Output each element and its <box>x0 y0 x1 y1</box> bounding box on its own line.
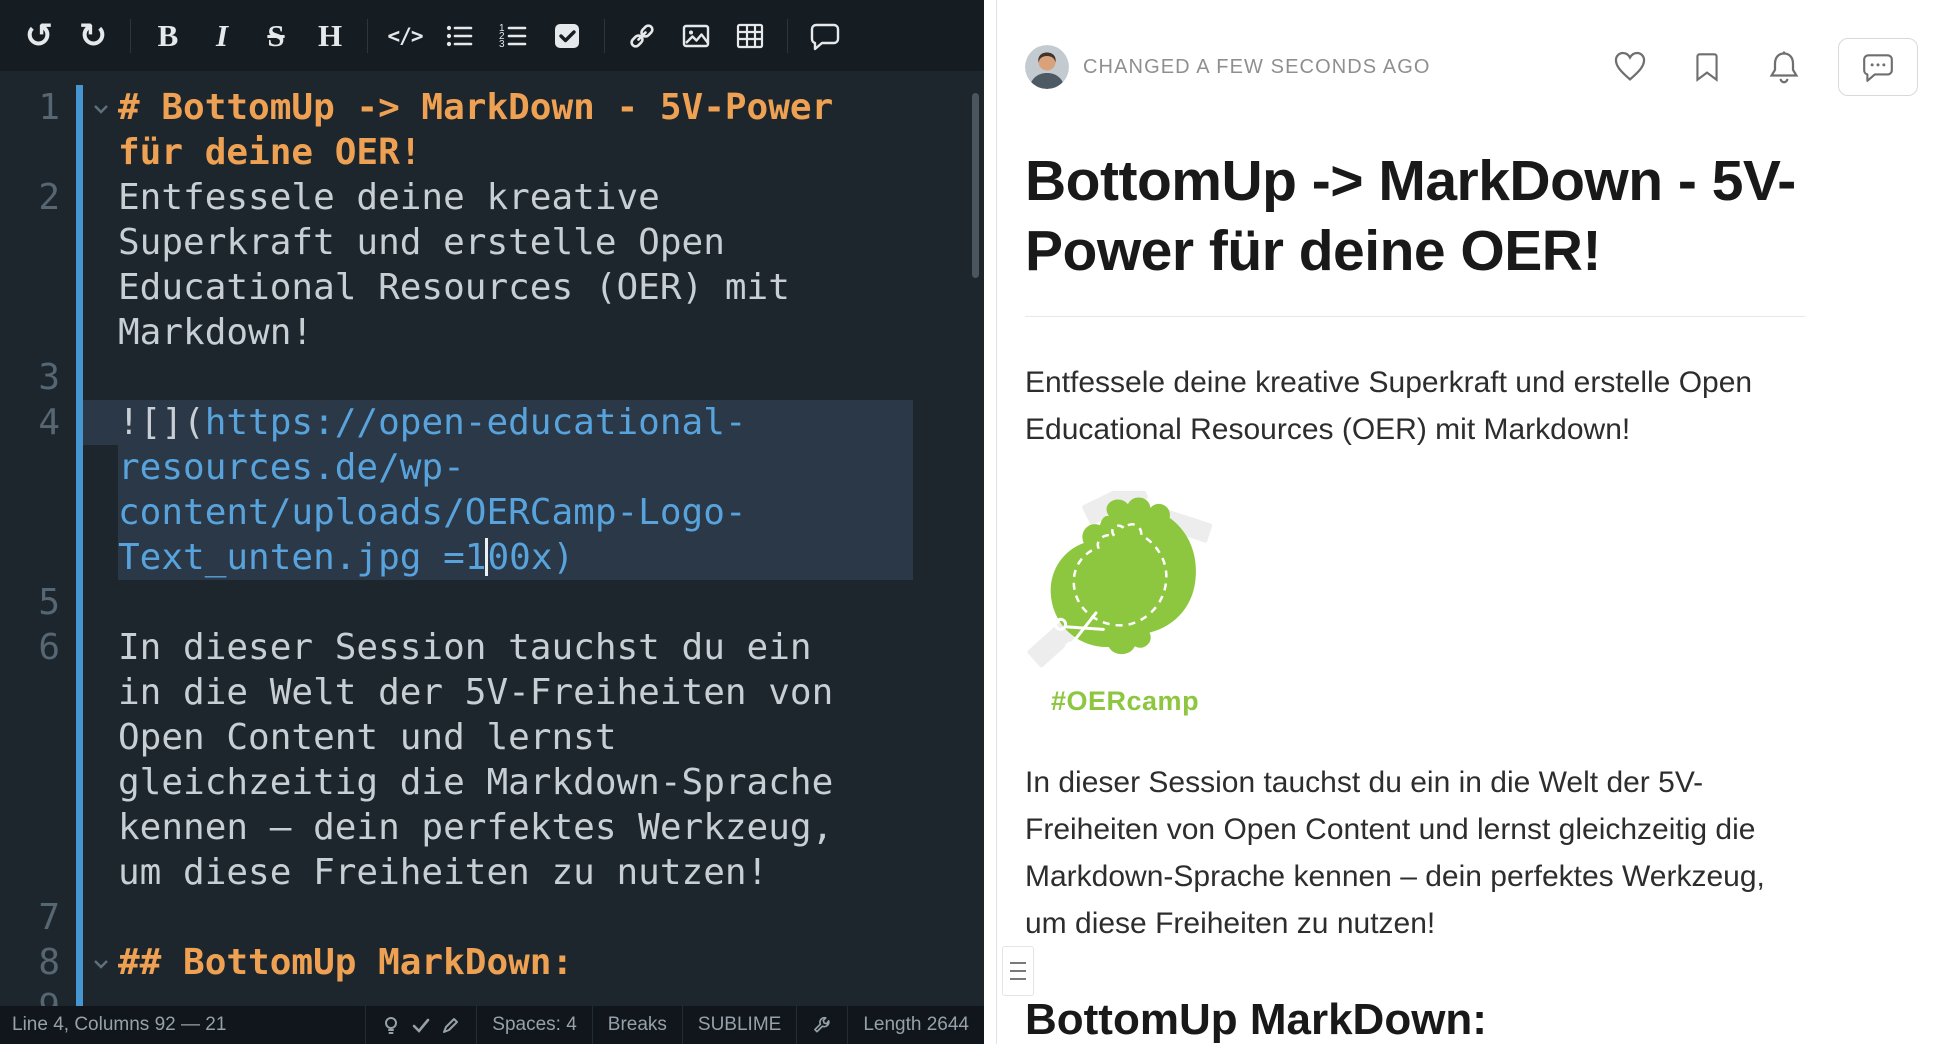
preferences-wrench[interactable] <box>796 1006 847 1044</box>
document-length-status: Length 2644 <box>847 1006 984 1044</box>
markdown-heading-source: # BottomUp -> MarkDown - 5V-Power für de… <box>118 87 855 173</box>
toolbar-divider <box>130 19 131 53</box>
intro-paragraph: Entfessele deine kreative Superkraft und… <box>1025 359 1805 453</box>
oercamp-logo: #OERcamp <box>1025 491 1225 717</box>
session-paragraph: In dieser Session tauchst du ein in die … <box>1025 759 1805 947</box>
todo-list-button[interactable] <box>540 9 594 63</box>
code-button[interactable]: </> <box>378 9 432 63</box>
comment-button[interactable] <box>798 9 852 63</box>
section-heading: BottomUp MarkDown: <box>1025 995 1805 1044</box>
like-heart-icon[interactable] <box>1612 49 1648 85</box>
editor-line: 5 <box>0 580 984 625</box>
bookmark-icon[interactable] <box>1690 50 1724 84</box>
markdown-text-source: Entfessele deine kreative Superkraft und… <box>118 177 812 353</box>
table-button[interactable] <box>723 9 777 63</box>
line-number: 4 <box>0 400 60 445</box>
editor-line: 8 ## BottomUp MarkDown: <box>0 940 984 985</box>
line-number: 8 <box>0 940 60 985</box>
last-changed-status: CHANGED A FEW SECONDS AGO <box>1083 56 1431 79</box>
editor-line: 6 In dieser Session tauchst du ein in di… <box>0 625 984 895</box>
line-number: 5 <box>0 580 60 625</box>
image-url-source: https://open-educational-resources.de/wp… <box>118 402 747 578</box>
changed-lines-indicator <box>76 85 83 1006</box>
unordered-list-button[interactable] <box>432 9 486 63</box>
line-number: 2 <box>0 175 60 220</box>
toolbar-divider <box>367 19 368 53</box>
keymap-setting[interactable]: SUBLIME <box>682 1006 796 1044</box>
image-markdown-prefix: ![]( <box>118 402 205 443</box>
line-number: 7 <box>0 895 60 940</box>
statusbar-indicators <box>365 1006 476 1044</box>
editor-scrollbar-thumb[interactable] <box>972 93 979 278</box>
line-number: 9 <box>0 985 60 1006</box>
editor-line: 1 # BottomUp -> MarkDown - 5V-Power für … <box>0 85 984 175</box>
editor-line: 7 <box>0 895 984 940</box>
wrench-icon <box>812 1015 832 1035</box>
undo-button[interactable]: ↺ <box>12 9 66 63</box>
night-mode-icon[interactable] <box>381 1015 401 1035</box>
preview-actions <box>1612 49 1802 85</box>
image-url-source: 00x) <box>487 537 574 578</box>
link-button[interactable] <box>615 9 669 63</box>
fold-chevron-icon[interactable] <box>83 85 118 130</box>
document-title: BottomUp -> MarkDown - 5V-Power für dein… <box>1025 146 1805 286</box>
editor-statusbar: Line 4, Columns 92 — 21 Spaces: 4 Breaks… <box>0 1006 984 1044</box>
heading-button[interactable]: H <box>303 9 357 63</box>
editor-line-active: 4 ![](https://open-educational-resources… <box>0 400 984 580</box>
line-number: 6 <box>0 625 60 670</box>
markdown-text-source: In dieser Session tauchst du ein in die … <box>118 627 855 893</box>
pane-resize-handle[interactable] <box>1002 946 1034 996</box>
code-editor[interactable]: 1 # BottomUp -> MarkDown - 5V-Power für … <box>0 71 984 1006</box>
editor-line: 3 <box>0 355 984 400</box>
oercamp-logo-text: #OERcamp <box>1051 686 1225 717</box>
ordered-list-button[interactable]: 1 2 3 <box>486 9 540 63</box>
editor-line: 9 <box>0 985 984 1006</box>
author-avatar[interactable] <box>1025 45 1069 89</box>
bell-icon[interactable] <box>1766 49 1802 85</box>
comment-bubble-icon <box>1861 50 1895 84</box>
open-comments-button[interactable] <box>1838 38 1918 96</box>
bold-button[interactable]: B <box>141 9 195 63</box>
svg-text:3: 3 <box>499 39 505 50</box>
pane-divider[interactable] <box>984 0 997 1044</box>
spellcheck-icon[interactable] <box>411 1015 431 1035</box>
toolbar-divider <box>787 19 788 53</box>
rendered-markdown: BottomUp -> MarkDown - 5V-Power für dein… <box>997 146 1805 1044</box>
italic-button[interactable]: I <box>195 9 249 63</box>
breaks-setting[interactable]: Breaks <box>592 1006 682 1044</box>
strikethrough-button[interactable]: S <box>249 9 303 63</box>
line-number: 3 <box>0 355 60 400</box>
redo-button[interactable]: ↻ <box>66 9 120 63</box>
image-button[interactable] <box>669 9 723 63</box>
preview-header: CHANGED A FEW SECONDS AGO <box>997 38 1938 96</box>
cursor-position-status: Line 4, Columns 92 — 21 <box>0 1006 365 1044</box>
pen-icon[interactable] <box>441 1015 461 1035</box>
fold-chevron-icon[interactable] <box>83 940 118 985</box>
editor-pane: ↺ ↻ B I S H </> 1 2 3 <box>0 0 984 1044</box>
editor-line: 2 Entfessele deine kreative Superkraft u… <box>0 175 984 355</box>
editor-toolbar: ↺ ↻ B I S H </> 1 2 3 <box>0 0 984 71</box>
app: ↺ ↻ B I S H </> 1 2 3 <box>0 0 1938 1044</box>
markdown-heading-source: ## BottomUp MarkDown: <box>118 942 573 983</box>
line-number: 1 <box>0 85 60 130</box>
spaces-setting[interactable]: Spaces: 4 <box>476 1006 592 1044</box>
preview-pane: CHANGED A FEW SECONDS AGO <box>997 0 1938 1044</box>
toolbar-divider <box>604 19 605 53</box>
document-title-block: BottomUp -> MarkDown - 5V-Power für dein… <box>1025 146 1805 317</box>
